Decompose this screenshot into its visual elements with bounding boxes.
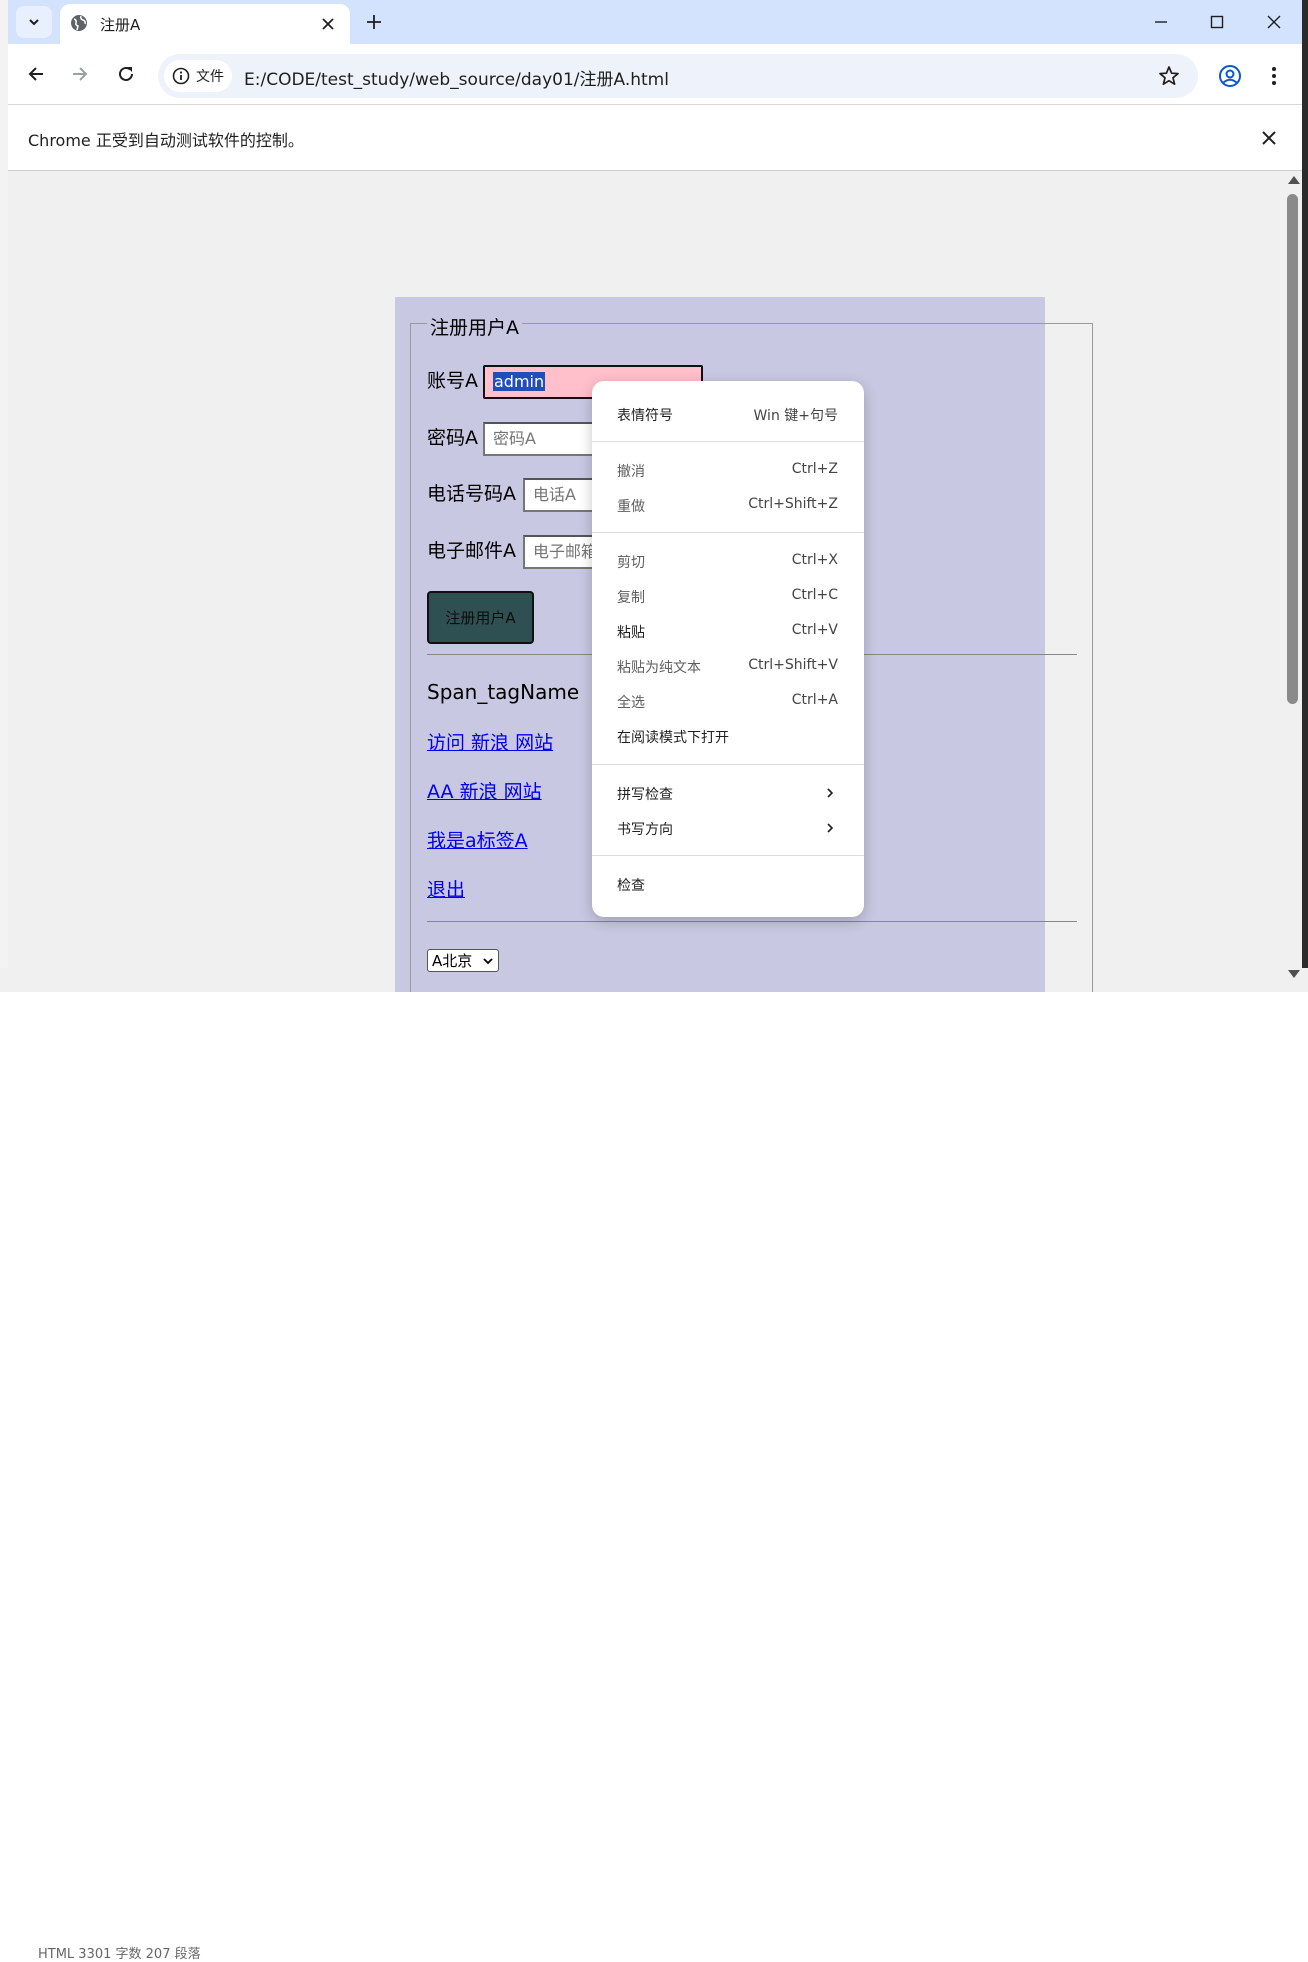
ctx-paste-shortcut: Ctrl+V: [791, 622, 838, 638]
ctx-redo-label: 重做: [617, 499, 645, 515]
ctx-spellcheck[interactable]: 拼写检查: [592, 776, 864, 811]
ctx-emoji-label: 表情符号: [617, 408, 673, 424]
ctx-redo[interactable]: 重做 Ctrl+Shift+Z: [592, 488, 864, 523]
register-submit-button[interactable]: 注册用户A: [427, 591, 534, 644]
ctx-cut-label: 剪切: [617, 555, 645, 571]
scroll-up-arrow-icon[interactable]: [1288, 176, 1300, 184]
plus-icon: [367, 15, 381, 29]
ctx-paste[interactable]: 粘贴 Ctrl+V: [592, 614, 864, 649]
ctx-undo-label: 撤消: [617, 464, 645, 480]
email-label: 电子邮件A: [427, 540, 516, 562]
reload-icon: [119, 66, 133, 81]
site-info-label: 文件: [196, 69, 224, 85]
browser-toolbar: 文件 E:/CODE/test_study/web_source/day01/注…: [8, 44, 1302, 105]
divider-2: [427, 921, 1077, 922]
password-label: 密码A: [427, 427, 478, 449]
scroll-down-arrow-icon[interactable]: [1288, 970, 1300, 978]
link-logout[interactable]: 退出: [427, 875, 465, 902]
close-icon: [1267, 15, 1281, 29]
ctx-separator: [592, 855, 864, 856]
ctx-cut[interactable]: 剪切 Ctrl+X: [592, 544, 864, 579]
infobar-message: Chrome 正受到自动测试软件的控制。: [28, 131, 304, 150]
ctx-redo-shortcut: Ctrl+Shift+Z: [748, 496, 838, 512]
ctx-separator: [592, 532, 864, 533]
tab-search-button[interactable]: [16, 6, 52, 38]
ctx-copy-label: 复制: [617, 590, 645, 606]
ctx-writing-direction[interactable]: 书写方向: [592, 811, 864, 846]
globe-icon: [71, 15, 87, 31]
fieldset-legend: 注册用户A: [427, 313, 522, 340]
automation-infobar: Chrome 正受到自动测试软件的控制。: [8, 105, 1302, 171]
ctx-undo-shortcut: Ctrl+Z: [791, 461, 838, 477]
span-tag-text: Span_tagName: [427, 680, 580, 704]
ctx-reading-mode-label: 在阅读模式下打开: [617, 730, 729, 746]
site-info-chip[interactable]: 文件: [164, 60, 232, 92]
ctx-spellcheck-label: 拼写检查: [617, 787, 673, 803]
ctx-paste-plain-shortcut: Ctrl+Shift+V: [748, 657, 838, 673]
ctx-inspect[interactable]: 检查: [592, 867, 864, 902]
close-icon: [322, 18, 334, 30]
profile-icon[interactable]: [1218, 64, 1242, 88]
ctx-emoji[interactable]: 表情符号 Win 键+句号: [592, 397, 864, 432]
chevron-right-icon: [827, 788, 834, 798]
context-menu: 表情符号 Win 键+句号 撤消 Ctrl+Z 重做 Ctrl+Shift+Z …: [592, 381, 864, 917]
ctx-cut-shortcut: Ctrl+X: [791, 552, 838, 568]
ctx-separator: [592, 764, 864, 765]
arrow-left-icon: [28, 67, 43, 81]
forward-button[interactable]: [66, 60, 94, 88]
account-label: 账号A: [427, 370, 478, 392]
chevron-down-icon: [483, 958, 493, 965]
bookmark-star-icon[interactable]: [1158, 65, 1180, 87]
ctx-paste-plain[interactable]: 粘贴为纯文本 Ctrl+Shift+V: [592, 649, 864, 684]
back-button[interactable]: [22, 60, 50, 88]
new-tab-button[interactable]: [360, 8, 388, 36]
ctx-copy[interactable]: 复制 Ctrl+C: [592, 579, 864, 614]
ctx-select-all-shortcut: Ctrl+A: [791, 692, 838, 708]
register-submit-label: 注册用户A: [445, 609, 516, 627]
tab-close-button[interactable]: [318, 14, 338, 34]
close-window-button[interactable]: [1254, 8, 1294, 36]
background-window-edge-left: [0, 0, 8, 992]
arrow-right-icon: [73, 67, 88, 81]
chevron-right-icon: [827, 823, 834, 833]
minimize-icon: [1155, 21, 1167, 23]
maximize-button[interactable]: [1197, 8, 1237, 36]
ctx-paste-label: 粘贴: [617, 625, 645, 641]
tab-title: 注册A: [100, 16, 141, 34]
ctx-paste-plain-label: 粘贴为纯文本: [617, 660, 701, 676]
ctx-undo[interactable]: 撤消 Ctrl+Z: [592, 453, 864, 488]
background-status-text: HTML 3301 字数 207 段落: [38, 1947, 201, 1962]
phone-label: 电话号码A: [427, 483, 516, 505]
city-select[interactable]: A北京: [427, 949, 499, 972]
ctx-select-all[interactable]: 全选 Ctrl+A: [592, 684, 864, 719]
tab-strip: 注册A: [8, 0, 1302, 44]
maximize-icon: [1210, 15, 1224, 29]
address-bar[interactable]: 文件 E:/CODE/test_study/web_source/day01/注…: [158, 54, 1198, 98]
ctx-select-all-label: 全选: [617, 695, 645, 711]
info-icon: [172, 67, 190, 85]
link-aa-sina[interactable]: AA 新浪 网站: [427, 777, 542, 804]
menu-kebab-icon[interactable]: [1262, 64, 1286, 88]
scrollbar-thumb[interactable]: [1287, 194, 1298, 704]
url-text[interactable]: E:/CODE/test_study/web_source/day01/注册A.…: [244, 65, 669, 90]
close-icon[interactable]: [1258, 127, 1280, 149]
ctx-separator: [592, 441, 864, 442]
link-a-tag[interactable]: 我是a标签A: [427, 826, 528, 853]
ctx-reading-mode[interactable]: 在阅读模式下打开: [592, 719, 864, 754]
account-input-value: admin: [493, 372, 546, 391]
background-window-edge-right: [1302, 0, 1308, 992]
minimize-button[interactable]: [1141, 8, 1181, 36]
vertical-scrollbar[interactable]: [1284, 172, 1302, 992]
reload-button[interactable]: [112, 60, 140, 88]
chrome-window: 注册A 文件 E:/CODE/test_study/web_source/day…: [8, 0, 1302, 992]
chevron-down-icon: [29, 19, 39, 26]
ctx-emoji-shortcut: Win 键+句号: [753, 408, 838, 424]
ctx-inspect-label: 检查: [617, 878, 645, 894]
link-visit-sina[interactable]: 访问 新浪 网站: [427, 728, 553, 755]
ctx-copy-shortcut: Ctrl+C: [791, 587, 838, 603]
city-select-value: A北京: [432, 952, 473, 970]
ctx-writing-direction-label: 书写方向: [617, 822, 673, 838]
tab-active[interactable]: 注册A: [60, 4, 350, 44]
